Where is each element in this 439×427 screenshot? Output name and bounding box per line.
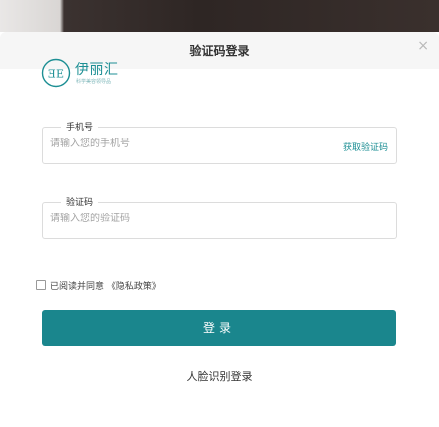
agreement-prefix: 已阅读并同意 [50,282,105,292]
privacy-policy-link[interactable]: 《隐私政策》 [107,282,161,292]
modal-title: 验证码登录 [189,44,250,58]
login-button[interactable]: 登录 [42,310,396,346]
brand-tagline: 科学美容领导品 [76,79,112,85]
code-input[interactable] [50,213,320,224]
phone-input[interactable] [50,138,320,149]
phone-field: 手机号 获取验证码 [42,120,397,164]
get-code-link[interactable]: 获取验证码 [343,140,388,153]
agree-checkbox[interactable] [36,280,46,290]
close-icon[interactable]: × [417,39,429,53]
background-page [0,0,439,32]
logo-mark-icon: ƎE [41,58,71,88]
brand-logo: ƎE 伊丽汇 科学美容领导品 [41,58,161,90]
logo-mark-text: ƎE [48,68,64,81]
code-field: 验证码 [42,195,397,239]
face-login-link[interactable]: 人脸识别登录 [0,368,439,384]
phone-field-label: 手机号 [61,120,99,133]
agreement-text: 已阅读并同意 《隐私政策》 [50,279,161,292]
brand-name: 伊丽汇 [75,62,119,78]
code-field-label: 验证码 [61,195,99,208]
